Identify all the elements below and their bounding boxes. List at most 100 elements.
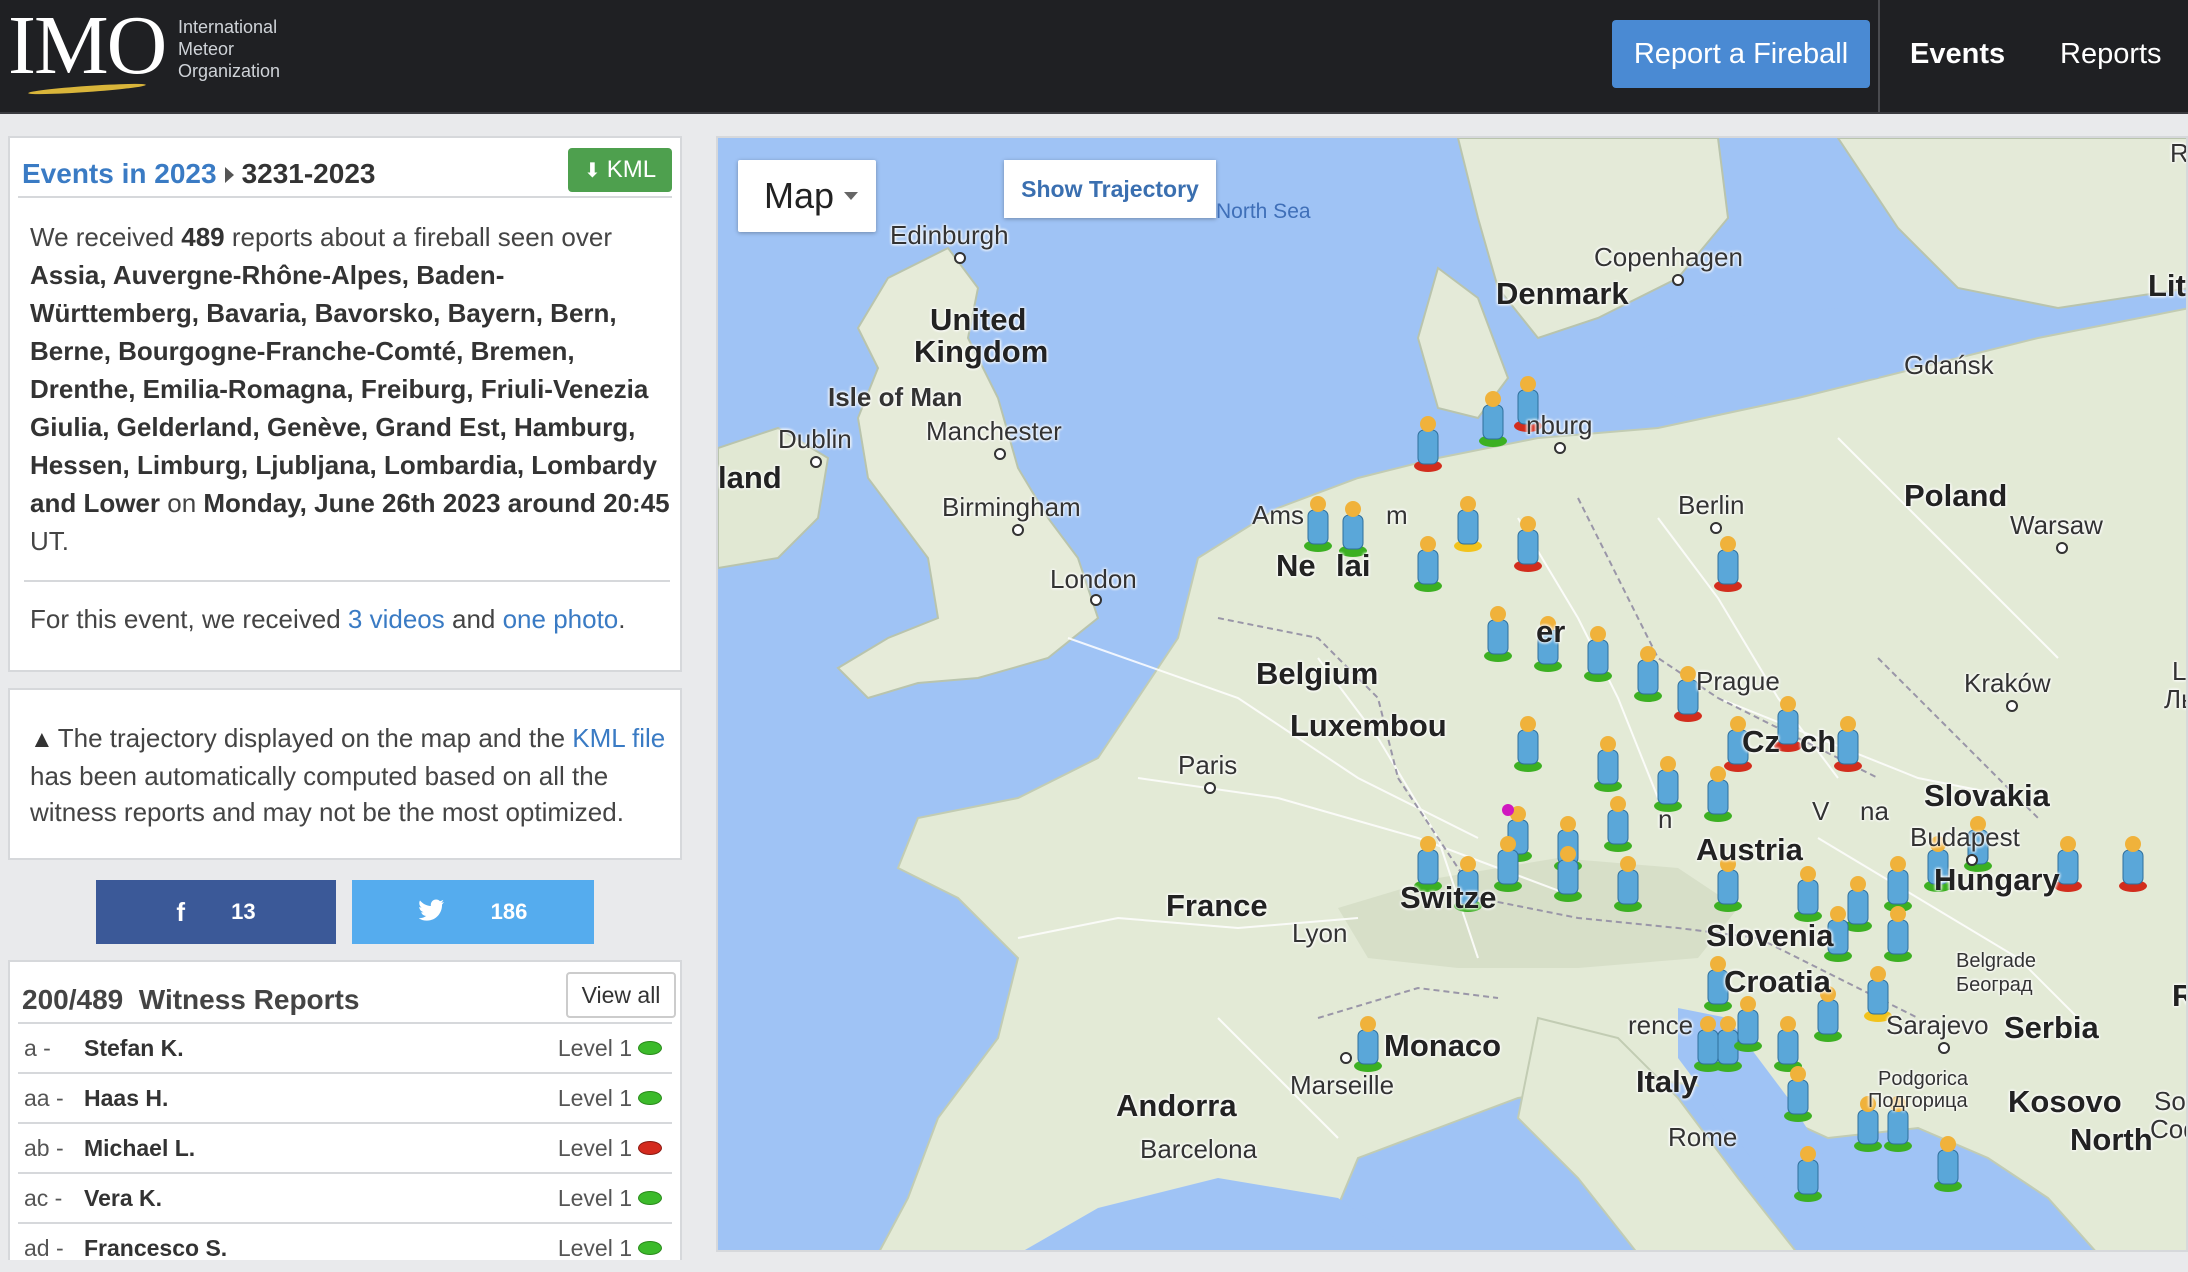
kml-label: KML: [606, 156, 657, 183]
map-label: Isle of Man: [828, 382, 963, 412]
map-label: Copenhagen: [1594, 242, 1743, 272]
map-label: Софи: [2150, 1114, 2186, 1144]
map-label: Sarajevo: [1886, 1010, 1989, 1040]
witness-name: Vera K.: [84, 1184, 162, 1211]
map-label: Berlin: [1678, 490, 1745, 520]
city-dot-icon: [1938, 1042, 1950, 1054]
city-dot-icon: [1672, 274, 1684, 286]
media-summary: For this event, we received 3 videos and…: [30, 604, 626, 635]
fireball-map[interactable]: Map Show Trajectory North Sea Edinburgh …: [716, 136, 2188, 1252]
event-summary-panel: Events in 2023 3231-2023 ⬇ KML We receive…: [8, 136, 682, 672]
witness-row[interactable]: a - Stefan K. Level 1: [18, 1022, 672, 1072]
map-label: Luxembou: [1290, 708, 1447, 743]
witness-name: Haas H.: [84, 1084, 169, 1111]
logo-line-2: Meteor: [178, 39, 235, 59]
map-label: Sofi: [2154, 1086, 2186, 1116]
media-text: and: [444, 604, 503, 634]
breadcrumb-current: 3231-2023: [241, 158, 376, 189]
map-label: Gdańsk: [1904, 350, 1994, 380]
witness-level: Level 1: [557, 1134, 632, 1161]
map-label: ch: [1800, 724, 1837, 759]
map-label: Ams: [1252, 500, 1304, 530]
warning-text: has been automatically computed based on…: [30, 761, 624, 827]
twitter-count: 186: [490, 899, 528, 924]
map-label: Rome: [1668, 1122, 1738, 1152]
view-all-button[interactable]: View all: [566, 972, 676, 1018]
report-fireball-button[interactable]: Report a Fireball: [1612, 20, 1870, 88]
status-green-icon: [638, 1191, 662, 1205]
kml-file-link[interactable]: KML file: [572, 723, 665, 753]
map-label: Ль: [2164, 684, 2186, 714]
map-label: Warsaw: [2010, 510, 2103, 540]
report-count: 489: [181, 222, 225, 252]
witness-id: aa -: [24, 1084, 64, 1111]
status-green-icon: [638, 1091, 662, 1105]
witness-row[interactable]: ac - Vera K. Level 1: [18, 1172, 672, 1222]
trajectory-point: [1502, 804, 1514, 816]
map-label: Denmark: [1496, 276, 1629, 311]
map-label: Београд: [1956, 974, 2033, 996]
map-label: Dublin: [778, 424, 852, 454]
map-label: er: [1536, 614, 1566, 649]
city-dot-icon: [2056, 542, 2068, 554]
city-dot-icon: [994, 448, 1006, 460]
map-label: Prague: [1696, 666, 1780, 696]
map-label: Hungary: [1934, 862, 2060, 897]
map-label: V: [1812, 796, 1830, 826]
desc-text: reports about a fireball seen over: [224, 222, 612, 252]
divider: [24, 580, 670, 582]
map-label: North Sea: [1216, 200, 1311, 223]
map-label: Austria: [1696, 832, 1803, 867]
map-label: Slovakia: [1924, 778, 2050, 813]
caret-down-icon: [844, 192, 859, 200]
desc-text: We received: [30, 222, 182, 252]
witness-level: Level 1: [557, 1234, 632, 1261]
map-label: Italy: [1636, 1064, 1699, 1099]
facebook-share-button[interactable]: f 13: [96, 880, 336, 944]
trajectory-warning-panel: ▲ The trajectory displayed on the map and…: [8, 688, 682, 860]
desc-text: UT.: [30, 526, 69, 556]
witness-id: ac -: [24, 1184, 63, 1211]
status-green-icon: [638, 1241, 662, 1255]
witness-level: Level 1: [557, 1184, 632, 1211]
witness-reports-panel: 200/489 Witness Reports View all a - Ste…: [8, 960, 682, 1261]
witness-row[interactable]: ab - Michael L. Level 1: [18, 1122, 672, 1172]
twitter-share-button[interactable]: 186: [352, 880, 594, 944]
witness-row[interactable]: ad - Francesco S. Level 1: [18, 1222, 672, 1272]
facebook-count: 13: [231, 899, 256, 924]
witness-row[interactable]: aa - Haas H. Level 1: [18, 1072, 672, 1122]
facebook-icon: f: [176, 896, 186, 927]
breadcrumb-arrow-icon: [224, 166, 234, 183]
divider: [18, 196, 672, 198]
city-dot-icon: [1012, 524, 1024, 536]
map-label: Cz: [1742, 724, 1780, 759]
witness-list: a - Stefan K. Level 1 aa - Haas H. Level…: [18, 1022, 672, 1272]
map-label: rence: [1628, 1010, 1694, 1040]
map-label: Lithu: [2148, 268, 2186, 303]
photo-link[interactable]: one photo: [503, 604, 619, 634]
map-type-dropdown[interactable]: Map: [738, 160, 876, 232]
download-icon: ⬇: [583, 159, 601, 182]
map-label: Edinburgh: [890, 220, 1009, 250]
show-trajectory-button[interactable]: Show Trajectory: [1004, 160, 1216, 218]
nav-divider: [1878, 0, 1880, 112]
videos-link[interactable]: 3 videos: [348, 604, 445, 634]
map-label: Barcelona: [1140, 1134, 1258, 1164]
city-dot-icon: [1204, 782, 1216, 794]
map-label: Manchester: [926, 416, 1062, 446]
map-label: m: [1386, 500, 1408, 530]
kml-download-button[interactable]: ⬇ KML: [568, 148, 672, 192]
breadcrumb-events-link[interactable]: Events in 2023: [22, 158, 217, 189]
witness-name: Stefan K.: [84, 1034, 184, 1061]
nav-events-link[interactable]: Events: [1910, 38, 2005, 71]
map-type-label: Map: [764, 175, 835, 216]
logo-text: International Meteor Organization: [178, 16, 280, 82]
map-label: Budapest: [1910, 822, 2020, 852]
nav-reports-link[interactable]: Reports: [2060, 38, 2162, 71]
map-label: United: [930, 302, 1027, 337]
city-dot-icon: [1340, 1052, 1352, 1064]
imo-logo[interactable]: IMO: [8, 4, 167, 88]
event-datetime: Monday, June 26th 2023 around 20:45: [203, 488, 670, 518]
map-label: France: [1166, 888, 1268, 923]
map-label: Slovenia: [1706, 918, 1834, 953]
